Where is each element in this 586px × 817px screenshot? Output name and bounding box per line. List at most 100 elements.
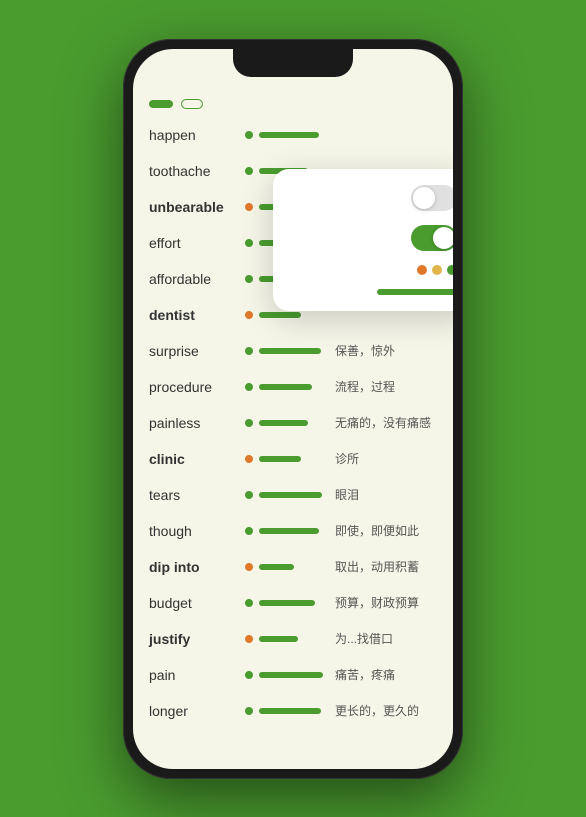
- frequency-bar-container: [259, 598, 329, 608]
- word-row[interactable]: painless 无痛的，没有痛感: [133, 405, 453, 441]
- word-meaning: 即使，即便如此: [335, 522, 437, 539]
- frequency-bar-container: [259, 418, 329, 428]
- word-text: pain: [149, 667, 239, 683]
- frequency-bar-fill: [259, 528, 319, 534]
- familiarity-dot: [245, 311, 253, 319]
- frequency-bar-fill: [259, 708, 321, 714]
- frequency-bar-container: [259, 670, 329, 680]
- word-meaning: 更长的，更久的: [335, 702, 437, 719]
- frequency-bar-container: [259, 562, 329, 572]
- settings-popup: [273, 169, 453, 311]
- frequency-bar-container: [259, 454, 329, 464]
- word-meaning: 取出，动用积蓄: [335, 558, 437, 575]
- familiarity-dots: [417, 265, 453, 275]
- familiarity-dot: [245, 563, 253, 571]
- familiarity-dot: [245, 527, 253, 535]
- frequency-bar-fill: [259, 384, 312, 390]
- frequency-bar-fill: [259, 492, 322, 498]
- phone-frame: happen toothache unbearable effort affordabl…: [123, 39, 463, 779]
- familiarity-dot: [245, 635, 253, 643]
- word-text: happen: [149, 127, 239, 143]
- frequency-bar-container: [259, 706, 329, 716]
- word-row[interactable]: tears 眼泪: [133, 477, 453, 513]
- dot-mid: [432, 265, 442, 275]
- frequency-bar-container: [259, 346, 329, 356]
- word-row[interactable]: procedure 流程，过程: [133, 369, 453, 405]
- toggle-knob-2: [433, 227, 453, 249]
- word-meaning: 诊所: [335, 450, 437, 467]
- tag-cet[interactable]: [149, 100, 173, 108]
- minimal-view-toggle[interactable]: [411, 185, 453, 211]
- frequency-bar-container: [259, 490, 329, 500]
- frequency-bar-container: [259, 634, 329, 644]
- familiarity-dot: [245, 383, 253, 391]
- frequency-bar-container: [259, 130, 329, 140]
- word-text: dentist: [149, 307, 239, 323]
- frequency-bar-fill: [259, 312, 301, 318]
- popup-row-hide: [289, 225, 453, 251]
- familiarity-dot: [245, 455, 253, 463]
- frequency-bar-container: [259, 310, 329, 320]
- word-text: toothache: [149, 163, 239, 179]
- word-row[interactable]: emotional感性的: [133, 729, 453, 737]
- word-text: unbearable: [149, 199, 239, 215]
- familiarity-dot: [245, 599, 253, 607]
- familiarity-dot: [245, 275, 253, 283]
- word-text: effort: [149, 235, 239, 251]
- toggle-knob: [413, 187, 435, 209]
- word-meaning: 保善，惊外: [335, 342, 437, 359]
- frequency-bar-fill: [259, 456, 301, 462]
- word-text: though: [149, 523, 239, 539]
- frequency-bar-container: [259, 382, 329, 392]
- frequency-bar-fill: [259, 672, 323, 678]
- frequency-bar-fill: [259, 636, 298, 642]
- word-row[interactable]: clinic 诊所: [133, 441, 453, 477]
- popup-row-minimal: [289, 185, 453, 211]
- word-meaning: 预算，财政预算: [335, 594, 437, 611]
- familiarity-dot: [245, 131, 253, 139]
- word-row[interactable]: budget预算，财政预算: [133, 585, 453, 621]
- word-text: longer: [149, 703, 239, 719]
- word-meaning: 眼泪: [335, 486, 437, 503]
- frequency-bar-fill: [259, 348, 321, 354]
- notch: [233, 49, 353, 77]
- frequency-bar-fill: [259, 132, 319, 138]
- popup-row-frequency: [289, 289, 453, 295]
- word-text: affordable: [149, 271, 239, 287]
- word-text: painless: [149, 415, 239, 431]
- word-row[interactable]: justify 为...找借口: [133, 621, 453, 657]
- frequency-bar: [377, 289, 453, 295]
- phone-screen: happen toothache unbearable effort affordabl…: [133, 49, 453, 769]
- word-text: dip into: [149, 559, 239, 575]
- frequency-bar-fill: [259, 564, 294, 570]
- familiarity-dot: [245, 347, 253, 355]
- familiarity-dot: [245, 419, 253, 427]
- header: [133, 93, 453, 117]
- tag-recent[interactable]: [181, 99, 203, 109]
- word-meaning: 流程，过程: [335, 378, 437, 395]
- familiarity-dot: [245, 671, 253, 679]
- word-text: procedure: [149, 379, 239, 395]
- word-text: justify: [149, 631, 239, 647]
- familiarity-dot: [245, 707, 253, 715]
- word-meaning: 无痛的，没有痛感: [335, 414, 437, 431]
- hide-meaning-toggle[interactable]: [411, 225, 453, 251]
- frequency-bar-fill: [259, 420, 308, 426]
- dot-high: [447, 265, 453, 275]
- word-text: tears: [149, 487, 239, 503]
- word-row[interactable]: happen: [133, 117, 453, 153]
- familiarity-dot: [245, 203, 253, 211]
- frequency-bar-fill: [259, 600, 315, 606]
- word-row[interactable]: though 即使，即便如此: [133, 513, 453, 549]
- dot-low: [417, 265, 427, 275]
- word-text: clinic: [149, 451, 239, 467]
- word-row[interactable]: pain痛苦，疼痛: [133, 657, 453, 693]
- word-meaning: 为...找借口: [335, 630, 437, 647]
- word-row[interactable]: surprise 保善，惊外: [133, 333, 453, 369]
- word-row[interactable]: longer 更长的，更久的: [133, 693, 453, 729]
- familiarity-dot: [245, 239, 253, 247]
- word-text: surprise: [149, 343, 239, 359]
- popup-row-familiarity: [289, 265, 453, 275]
- frequency-bar-container: [259, 526, 329, 536]
- word-row[interactable]: dip into 取出，动用积蓄: [133, 549, 453, 585]
